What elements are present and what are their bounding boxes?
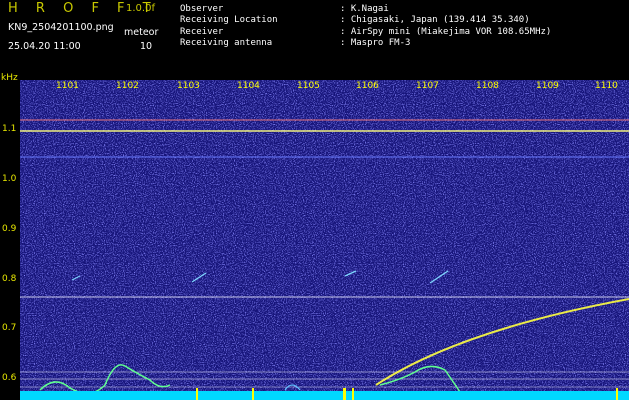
x-tick-label: 1108 [476, 81, 499, 91]
meteor-count: 10 [140, 41, 153, 52]
meta-label: Receiving Location [180, 15, 278, 25]
meta-row-location: Receiving Location : Chigasaki, Japan (13… [180, 15, 530, 25]
meta-value: : K.Nagai [340, 4, 389, 14]
y-tick-label: 1.0 [2, 174, 17, 184]
noise-texture [20, 80, 629, 400]
y-axis-unit: kHz [1, 73, 18, 83]
meta-value: : Maspro FM-3 [340, 38, 411, 48]
meta-label: Receiving antenna [180, 38, 273, 48]
meta-value: : AirSpy mini (Miakejima VOR 108.65MHz) [340, 27, 552, 37]
bottom-marker [196, 388, 198, 400]
y-tick-label: 0.7 [2, 323, 17, 333]
x-tick-label: 1110 [595, 81, 618, 91]
meteor-label: meteor [124, 27, 159, 38]
meta-value: : Chigasaki, Japan (139.414 35.340) [340, 15, 530, 25]
x-tick-label: 1106 [356, 81, 379, 91]
x-tick-label: 1104 [237, 81, 260, 91]
x-tick-label: 1105 [297, 81, 320, 91]
bottom-marker [252, 388, 254, 400]
y-tick-label: 0.9 [2, 224, 17, 234]
bottom-marker [616, 388, 618, 400]
y-tick-label: 0.6 [2, 373, 17, 383]
header-panel: H R O F F T 1.0.0f KN9_2504201100.png 25… [0, 0, 629, 80]
bottom-marker [352, 388, 354, 400]
spectrogram [20, 80, 629, 400]
y-tick-label: 0.8 [2, 274, 17, 284]
bottom-band [20, 391, 629, 400]
filename: KN9_2504201100.png [8, 22, 114, 33]
x-tick-label: 1109 [536, 81, 559, 91]
version-label: 1.0.0f [126, 3, 155, 14]
meta-label: Receiver [180, 27, 224, 37]
y-tick-label: 1.1 [2, 124, 17, 134]
datetime: 25.04.20 11:00 [8, 41, 81, 52]
meta-row-receiver: Receiver : AirSpy mini (Miakejima VOR 108… [180, 27, 551, 37]
bottom-marker [343, 388, 346, 400]
meta-row-observer: Observer : K.Nagai [180, 4, 389, 14]
meta-label: Observer [180, 4, 224, 14]
x-tick-label: 1101 [56, 81, 79, 91]
x-tick-label: 1103 [177, 81, 200, 91]
x-tick-label: 1102 [116, 81, 139, 91]
x-tick-label: 1107 [416, 81, 439, 91]
meta-row-antenna: Receiving antenna : Maspro FM-3 [180, 38, 410, 48]
